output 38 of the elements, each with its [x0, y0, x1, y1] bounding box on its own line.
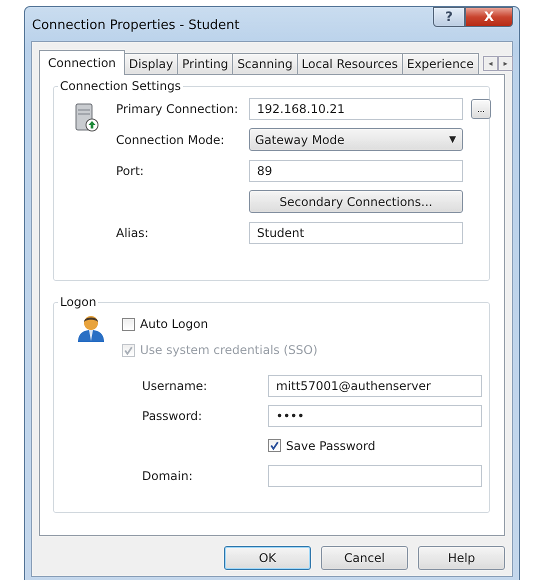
field-label: Port: [116, 164, 145, 178]
checkbox-option[interactable]: Auto Logon [122, 313, 482, 335]
group-title: Connection Settings [59, 79, 182, 93]
tab[interactable]: Connection [39, 50, 125, 75]
tab[interactable]: Scanning [232, 53, 298, 74]
input-field[interactable] [268, 464, 482, 486]
tab[interactable]: Local Resources [296, 53, 403, 74]
browse-button[interactable]: ... [471, 98, 491, 118]
field-label: Username: [141, 378, 208, 392]
field-label: Password: [141, 408, 204, 422]
group-title: Logon [59, 295, 98, 309]
server-icon [74, 103, 100, 133]
user-icon [76, 313, 106, 343]
tab[interactable]: Experience [402, 53, 479, 74]
field-label: Connection Mode: [116, 132, 226, 146]
dropdown[interactable]: Gateway Mode ▼ [249, 128, 463, 151]
close-button[interactable]: X [465, 7, 513, 27]
field-label: Primary Connection: [116, 102, 240, 116]
window-title: Connection Properties - Student [32, 18, 240, 33]
tab[interactable]: Printing [177, 53, 234, 74]
input-field[interactable]: •••• [268, 404, 482, 426]
input-field[interactable]: 192.168.10.21 [249, 98, 463, 120]
secondary-connections-button[interactable]: Secondary Connections... [249, 190, 463, 213]
input-field[interactable]: mitt57001@authenserver [268, 374, 482, 396]
check-icon [269, 440, 280, 451]
input-field[interactable]: 89 [249, 160, 463, 182]
tab[interactable]: Display [124, 53, 178, 74]
help-button[interactable]: ? [433, 7, 465, 27]
field-label: Domain: [141, 468, 194, 482]
check-icon [123, 344, 134, 356]
field-label: Alias: [116, 226, 150, 240]
dialog-button[interactable]: Cancel [321, 546, 408, 570]
dialog-button[interactable]: OK [224, 546, 311, 570]
tab-scroll-button[interactable]: ◂ [482, 56, 498, 71]
input-field[interactable]: Student [249, 222, 463, 244]
tab-scroll-button[interactable]: ▸ [498, 56, 513, 71]
dialog-button[interactable]: Help [418, 546, 505, 570]
checkbox-option[interactable]: Save Password [268, 434, 376, 456]
